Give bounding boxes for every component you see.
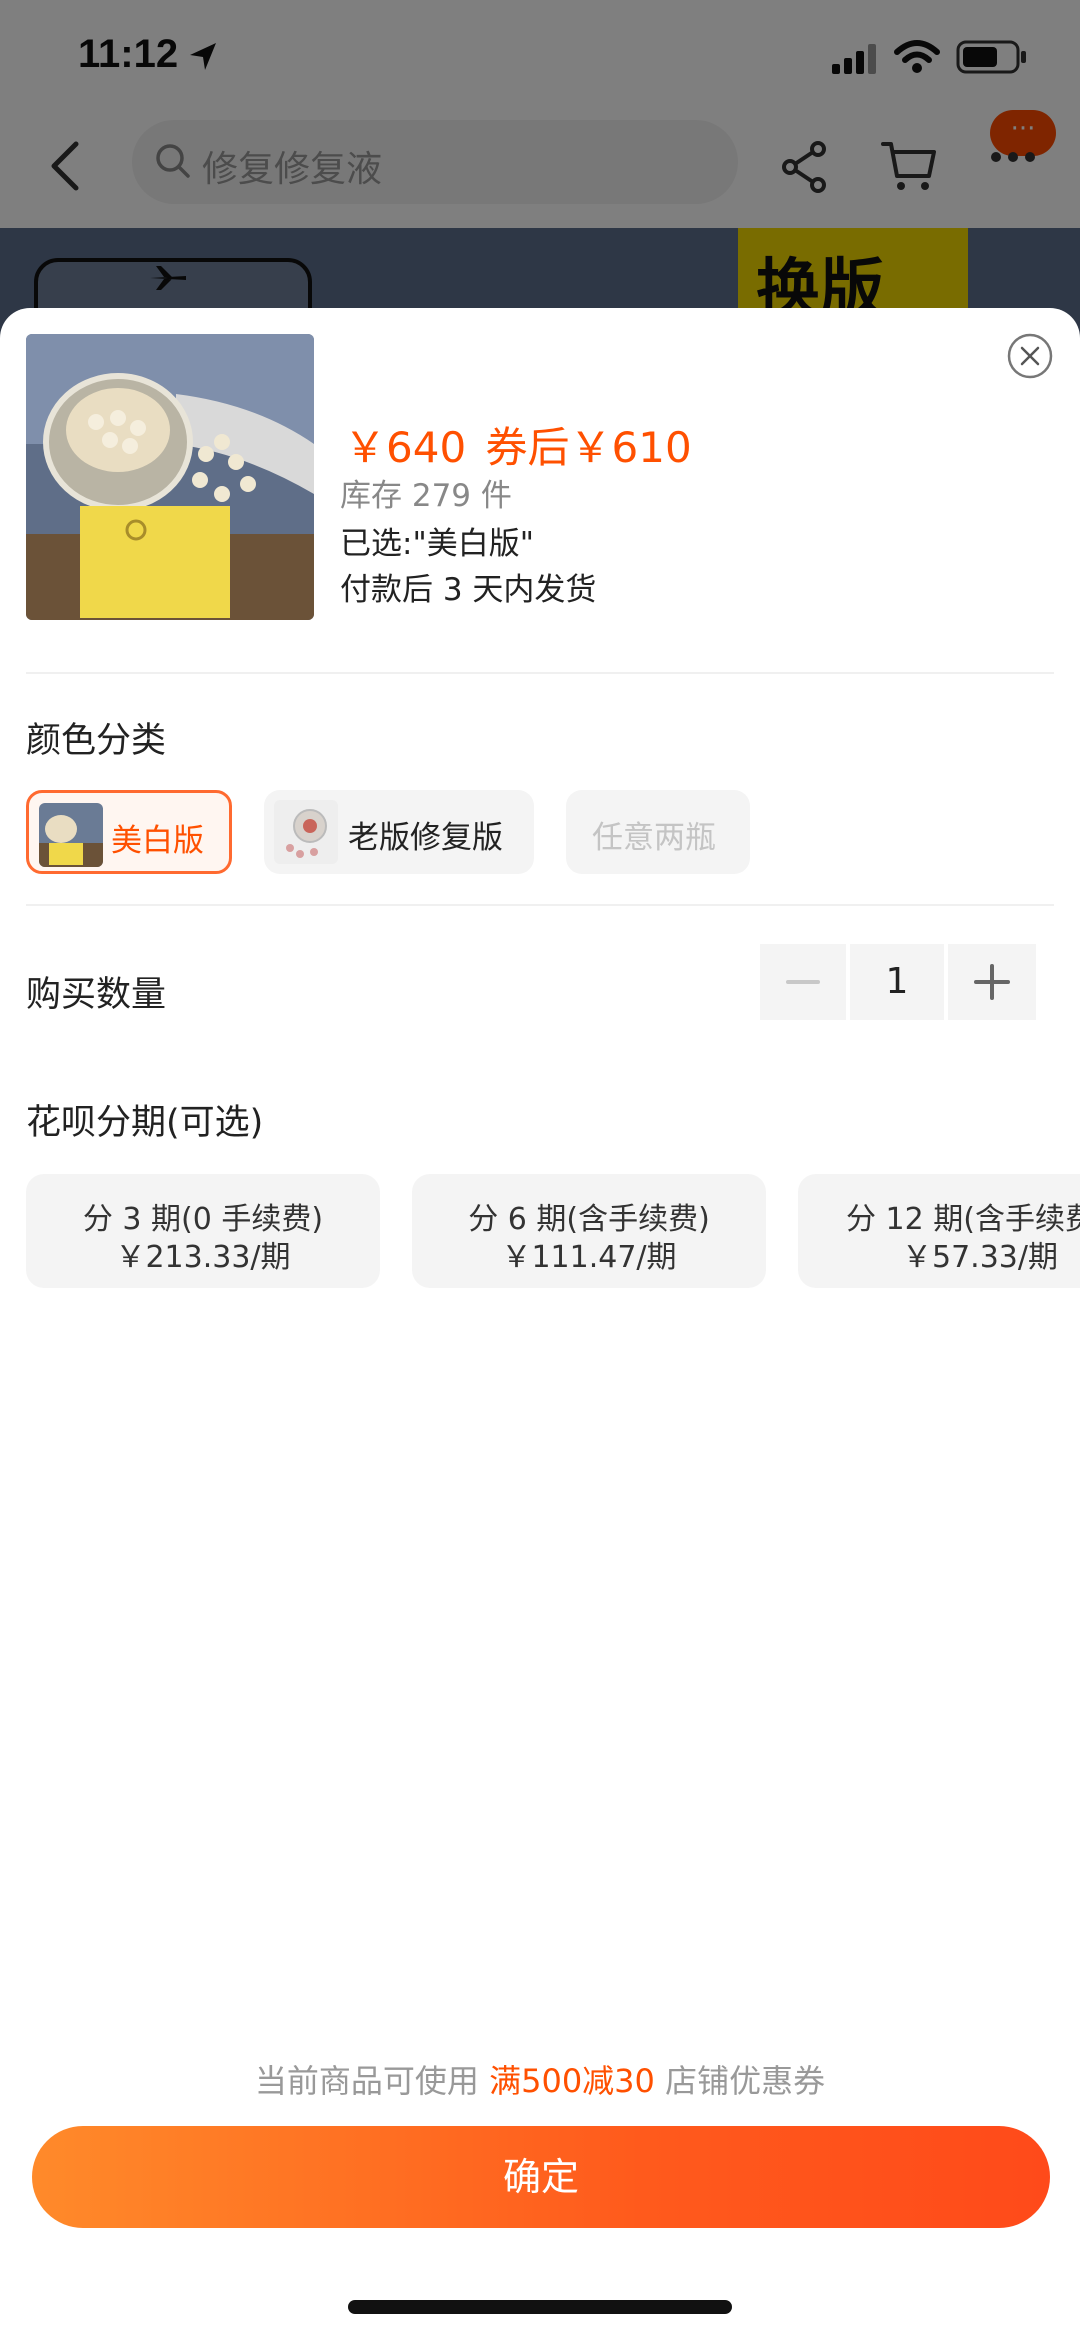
- close-icon[interactable]: [1006, 332, 1054, 380]
- coupon-highlight: 满500减30: [489, 2062, 655, 2100]
- shipping-info: 付款后 3 天内发货: [340, 572, 597, 608]
- option-label: 老版修复版: [348, 820, 503, 856]
- option-renyi-liangping: 任意两瓶: [566, 790, 750, 874]
- option-thumbnail: [39, 803, 103, 867]
- installment-amount: ￥111.47/期: [501, 1240, 677, 1275]
- quantity-value[interactable]: 1: [850, 944, 944, 1020]
- installment-plan-3[interactable]: 分 3 期(0 手续费) ￥213.33/期: [26, 1174, 380, 1288]
- option-meibai[interactable]: 美白版: [26, 790, 232, 874]
- product-price: ￥640: [344, 423, 467, 472]
- quantity-decrease-button[interactable]: [760, 944, 846, 1020]
- color-section-title: 颜色分类: [26, 721, 167, 761]
- coupon-price: 券后￥610: [485, 423, 692, 472]
- installment-amount: ￥57.33/期: [902, 1240, 1058, 1275]
- option-label: 任意两瓶: [592, 820, 716, 856]
- installment-plan-6[interactable]: 分 6 期(含手续费) ￥111.47/期: [412, 1174, 766, 1288]
- minus-icon: [786, 980, 820, 984]
- selected-variant: 已选:"美白版": [340, 526, 534, 562]
- product-image[interactable]: [26, 334, 314, 620]
- confirm-button[interactable]: 确定: [32, 2126, 1050, 2228]
- option-thumbnail: [274, 800, 338, 864]
- stock-count: 库存 279 件: [340, 478, 512, 514]
- installment-amount: ￥213.33/期: [115, 1240, 291, 1275]
- option-label: 美白版: [111, 823, 204, 859]
- installment-plan-12[interactable]: 分 12 期(含手续费) ￥57.33/期: [798, 1174, 1080, 1288]
- coupon-prefix: 当前商品可使用: [254, 2062, 479, 2100]
- installment-section-title: 花呗分期(可选): [26, 1103, 264, 1143]
- divider: [26, 672, 1054, 674]
- coupon-notice: 当前商品可使用 满500减30 店铺优惠券: [0, 2056, 1080, 2102]
- divider: [26, 904, 1054, 906]
- home-indicator[interactable]: [348, 2300, 732, 2314]
- option-laoban-xiufu[interactable]: 老版修复版: [264, 790, 534, 874]
- coupon-suffix: 店铺优惠券: [665, 2062, 826, 2100]
- quantity-section-title: 购买数量: [26, 975, 167, 1015]
- plus-icon: [974, 964, 1010, 1000]
- quantity-increase-button[interactable]: [948, 944, 1036, 1020]
- price-line: ￥640 券后￥610: [344, 414, 692, 475]
